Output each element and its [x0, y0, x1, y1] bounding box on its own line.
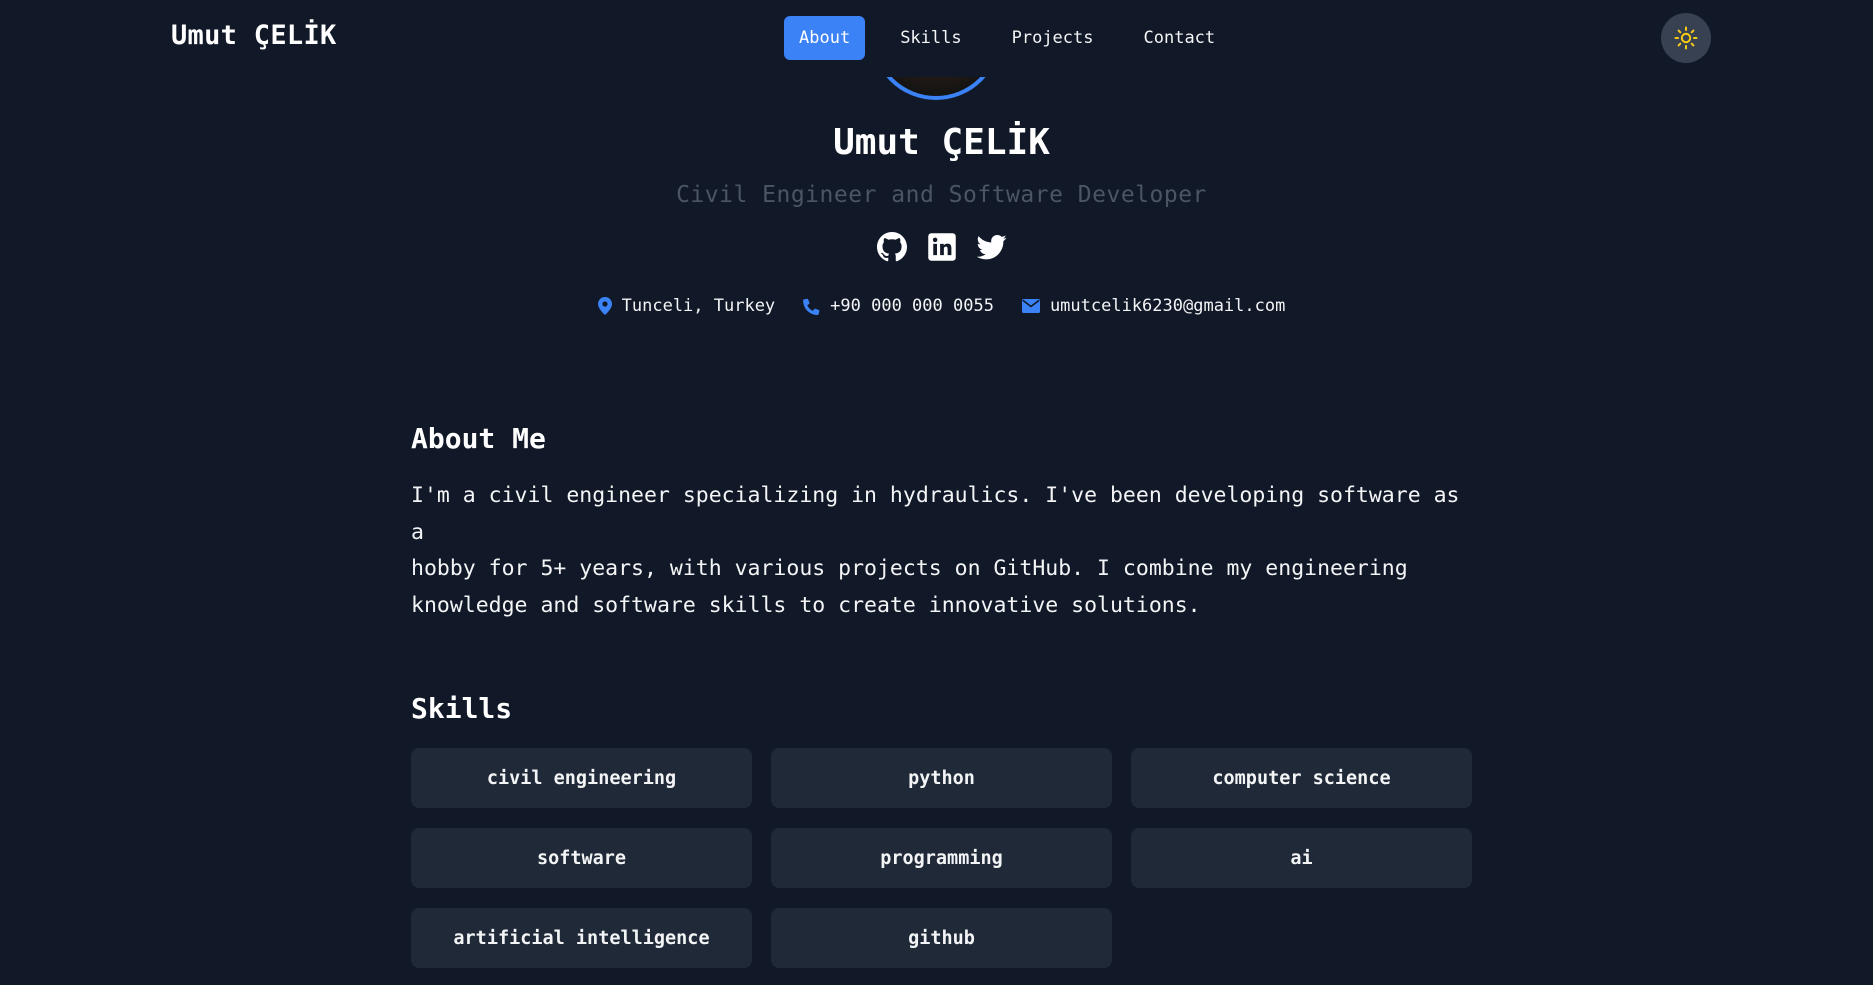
about-text: I'm a civil engineer specializing in hyd…: [411, 478, 1461, 624]
about-line: knowledge and software skills to create …: [411, 592, 1201, 618]
skills-grid: civil engineering python computer scienc…: [411, 748, 1474, 968]
navbar: Umut ÇELİK About Skills Projects Contact: [0, 0, 1873, 77]
contact-location: Tunceli, Turkey: [597, 296, 776, 316]
map-pin-icon: [597, 297, 612, 315]
about-line: hobby for 5+ years, with various project…: [411, 556, 1408, 581]
twitter-icon: [976, 235, 1006, 260]
profile-title: Civil Engineer and Software Developer: [676, 182, 1207, 208]
skills-heading: Skills: [411, 692, 513, 725]
phone-text: +90 000 000 0055: [830, 296, 994, 316]
social-links: [0, 232, 1873, 264]
linkedin-link[interactable]: [927, 232, 957, 262]
phone-icon: [803, 298, 820, 315]
nav-projects[interactable]: Projects: [997, 16, 1109, 60]
location-text: Tunceli, Turkey: [621, 296, 776, 316]
envelope-icon: [1021, 299, 1040, 313]
profile-name: Umut ÇELİK: [833, 122, 1050, 163]
linkedin-icon: [927, 233, 956, 261]
skill-card: github: [771, 908, 1112, 968]
skill-card: civil engineering: [411, 748, 752, 808]
sun-icon: [1674, 26, 1698, 50]
github-icon: [876, 232, 907, 262]
skill-card: computer science: [1131, 748, 1472, 808]
nav-links: About Skills Projects Contact: [784, 16, 1250, 60]
contact-phone[interactable]: +90 000 000 0055: [803, 296, 994, 316]
nav-about[interactable]: About: [784, 16, 866, 60]
page: Umut ÇELİK About Skills Projects Contact…: [0, 0, 1873, 985]
brand-logo-text[interactable]: Umut ÇELİK: [171, 20, 337, 51]
skill-card: artificial intelligence: [411, 908, 752, 968]
contact-info: Tunceli, Turkey +90 000 000 0055 umutcel…: [0, 294, 1873, 318]
theme-toggle-button[interactable]: [1661, 13, 1711, 63]
skill-card: software: [411, 828, 752, 888]
github-link[interactable]: [876, 232, 907, 262]
skill-card: programming: [771, 828, 1112, 888]
nav-skills[interactable]: Skills: [885, 16, 976, 60]
email-text: umutcelik6230@gmail.com: [1049, 296, 1286, 316]
about-heading: About Me: [411, 422, 546, 455]
twitter-link[interactable]: [976, 232, 1007, 262]
about-line: I'm a civil engineer specializing in hyd…: [411, 483, 1460, 545]
nav-contact[interactable]: Contact: [1129, 16, 1231, 60]
skill-card: ai: [1131, 828, 1472, 888]
contact-email[interactable]: umutcelik6230@gmail.com: [1021, 296, 1286, 316]
skill-card: python: [771, 748, 1112, 808]
